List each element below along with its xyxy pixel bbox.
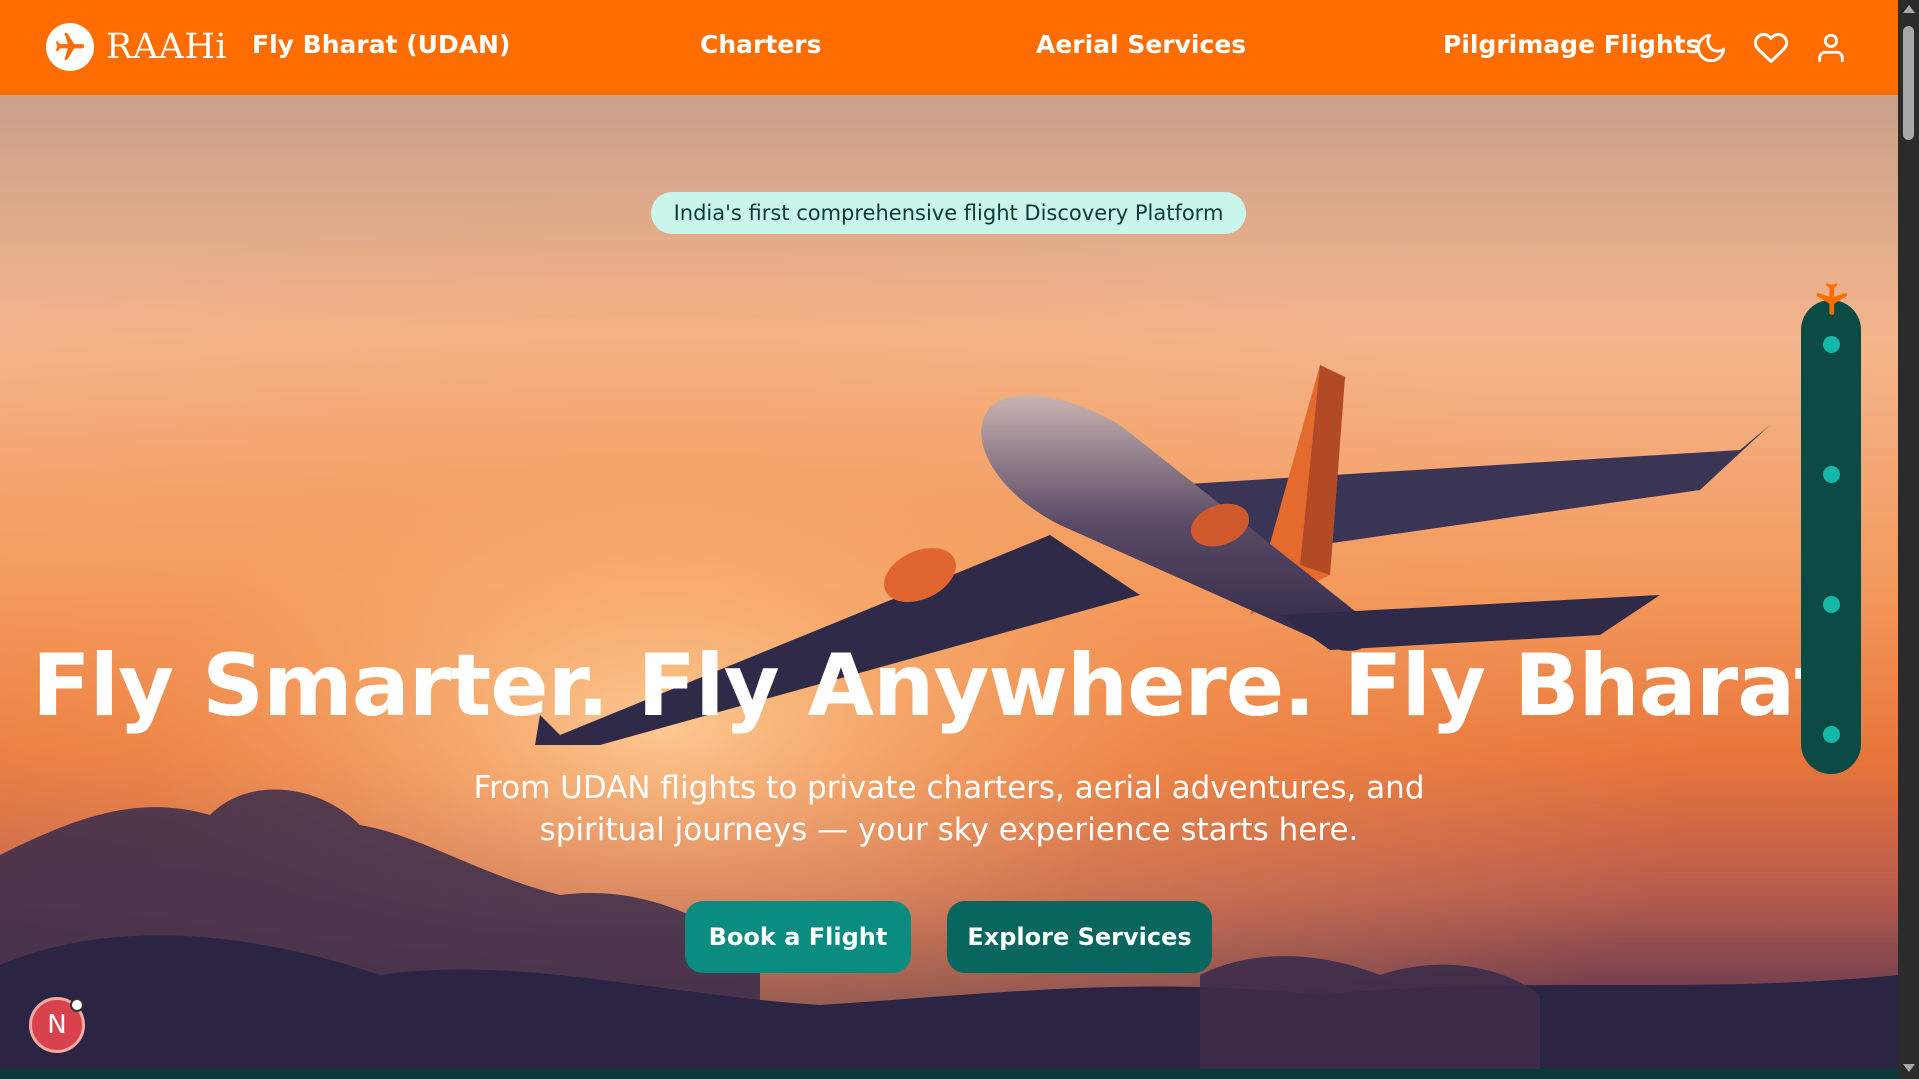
- brand-logo[interactable]: RAAHi: [46, 23, 227, 71]
- page-scrollbar[interactable]: [1898, 0, 1919, 1079]
- hero-subtitle: From UDAN flights to private charters, a…: [473, 770, 1425, 848]
- hero-badge: India's first comprehensive flight Disco…: [651, 192, 1246, 234]
- brand-name: RAAHi: [106, 27, 228, 67]
- notification-dot: [70, 998, 84, 1012]
- moon-icon[interactable]: [1691, 28, 1731, 68]
- hero-headline: Fly Smarter. Fly Anywhere. Fly Bharat.: [31, 636, 1867, 736]
- bottom-strip: [0, 1069, 1898, 1079]
- progress-dot[interactable]: [1823, 336, 1840, 353]
- section-progress-track: [1801, 300, 1861, 774]
- scrollbar-thumb[interactable]: [1903, 26, 1914, 140]
- scroll-up-arrow-icon[interactable]: [1903, 5, 1915, 13]
- scroll-down-arrow-icon[interactable]: [1903, 1064, 1915, 1072]
- nav-link-udan[interactable]: Fly Bharat (UDAN): [252, 30, 510, 59]
- explore-services-button[interactable]: Explore Services: [947, 901, 1212, 973]
- nav-link-aerial-services[interactable]: Aerial Services: [1036, 30, 1246, 59]
- top-navbar: RAAHi Fly Bharat (UDAN) Charters Aerial …: [0, 0, 1898, 95]
- progress-dot[interactable]: [1823, 726, 1840, 743]
- nav-link-charters[interactable]: Charters: [700, 30, 821, 59]
- book-a-flight-button[interactable]: Book a Flight: [685, 901, 911, 973]
- user-icon[interactable]: [1811, 28, 1851, 68]
- plane-icon: [46, 23, 94, 71]
- heart-icon[interactable]: [1751, 28, 1791, 68]
- progress-dot[interactable]: [1823, 596, 1840, 613]
- hero-section: India's first comprehensive flight Disco…: [0, 95, 1898, 1069]
- progress-dot[interactable]: [1823, 466, 1840, 483]
- plane-icon: [1812, 280, 1850, 318]
- nav-link-pilgrimage-flights[interactable]: Pilgrimage Flights: [1443, 30, 1700, 59]
